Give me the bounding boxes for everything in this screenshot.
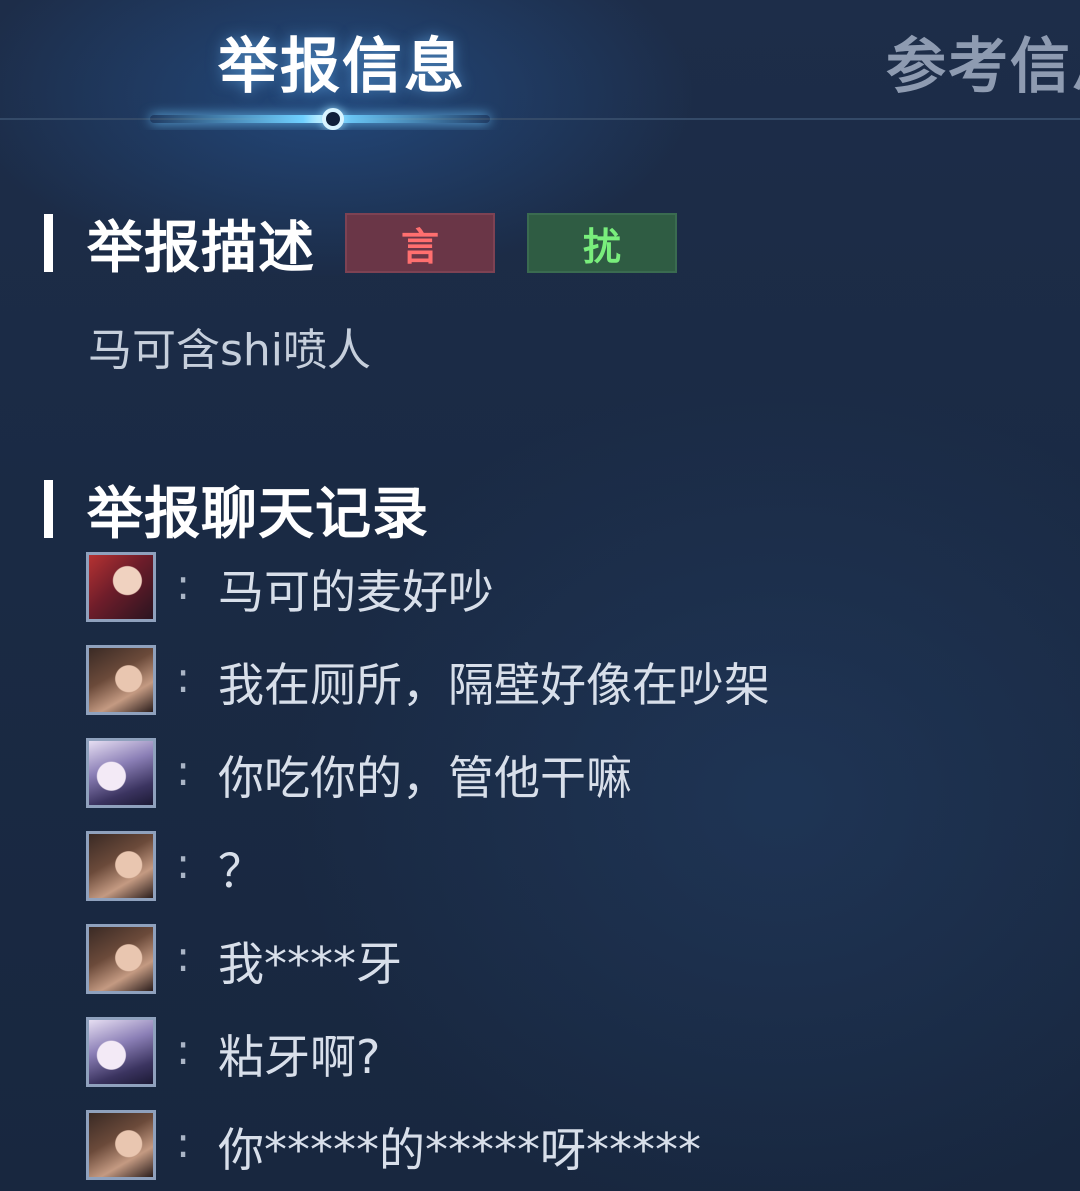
colon: : bbox=[176, 746, 191, 795]
hero-avatar-icon bbox=[86, 738, 156, 808]
chat-message: : 我在厕所，隔壁好像在吵架 bbox=[86, 645, 1046, 738]
colon: : bbox=[176, 653, 191, 702]
hero-avatar-icon bbox=[86, 831, 156, 901]
chat-message-text: ？ bbox=[218, 844, 264, 898]
colon: : bbox=[176, 839, 191, 888]
chat-message-text: 你吃你的，管他干嘛 bbox=[218, 751, 632, 805]
hero-avatar-icon bbox=[86, 645, 156, 715]
chat-message: : 我****牙 bbox=[86, 924, 1046, 1017]
chat-log-title: 举报聊天记录 bbox=[87, 481, 429, 547]
chat-log-header: 举报聊天记录 bbox=[44, 476, 429, 547]
chat-message: : ？ bbox=[86, 831, 1046, 924]
active-tab-dot-icon bbox=[322, 108, 344, 130]
active-tab-indicator bbox=[150, 115, 490, 123]
report-description-text: 马可含shi喷人 bbox=[88, 325, 372, 376]
chat-message-text: 你*****的*****呀***** bbox=[218, 1123, 701, 1177]
tab-report-info[interactable]: 举报信息 bbox=[218, 18, 466, 105]
chat-message: : 你*****的*****呀***** bbox=[86, 1110, 1046, 1191]
chat-message-text: 我****牙 bbox=[218, 937, 402, 991]
section-bar bbox=[44, 480, 53, 538]
section-bar bbox=[44, 214, 53, 272]
report-description-header: 举报描述 言 扰 bbox=[44, 210, 677, 281]
tag-verbal-abuse: 言 bbox=[345, 213, 495, 273]
hero-avatar-icon bbox=[86, 1017, 156, 1087]
tab-bar: 举报信息 参考信息 bbox=[0, 0, 1080, 130]
chat-message-text: 马可的麦好吵 bbox=[218, 565, 494, 619]
chat-message: : 你吃你的，管他干嘛 bbox=[86, 738, 1046, 831]
hero-avatar-icon bbox=[86, 924, 156, 994]
colon: : bbox=[176, 932, 191, 981]
colon: : bbox=[176, 560, 191, 609]
colon: : bbox=[176, 1025, 191, 1074]
chat-message-text: 粘牙啊? bbox=[218, 1030, 381, 1084]
chat-message: : 粘牙啊? bbox=[86, 1017, 1046, 1110]
report-description-title: 举报描述 bbox=[87, 215, 315, 281]
tag-harassment: 扰 bbox=[527, 213, 677, 273]
hero-avatar-icon bbox=[86, 1110, 156, 1180]
tab-reference-info[interactable]: 参考信息 bbox=[886, 18, 1080, 105]
chat-message: : 马可的麦好吵 bbox=[86, 552, 1046, 645]
colon: : bbox=[176, 1118, 191, 1167]
hero-avatar-icon bbox=[86, 552, 156, 622]
chat-message-text: 我在厕所，隔壁好像在吵架 bbox=[218, 658, 770, 712]
chat-log-list: : 马可的麦好吵 : 我在厕所，隔壁好像在吵架 : 你吃你的，管他干嘛 : ？ … bbox=[86, 552, 1046, 1191]
